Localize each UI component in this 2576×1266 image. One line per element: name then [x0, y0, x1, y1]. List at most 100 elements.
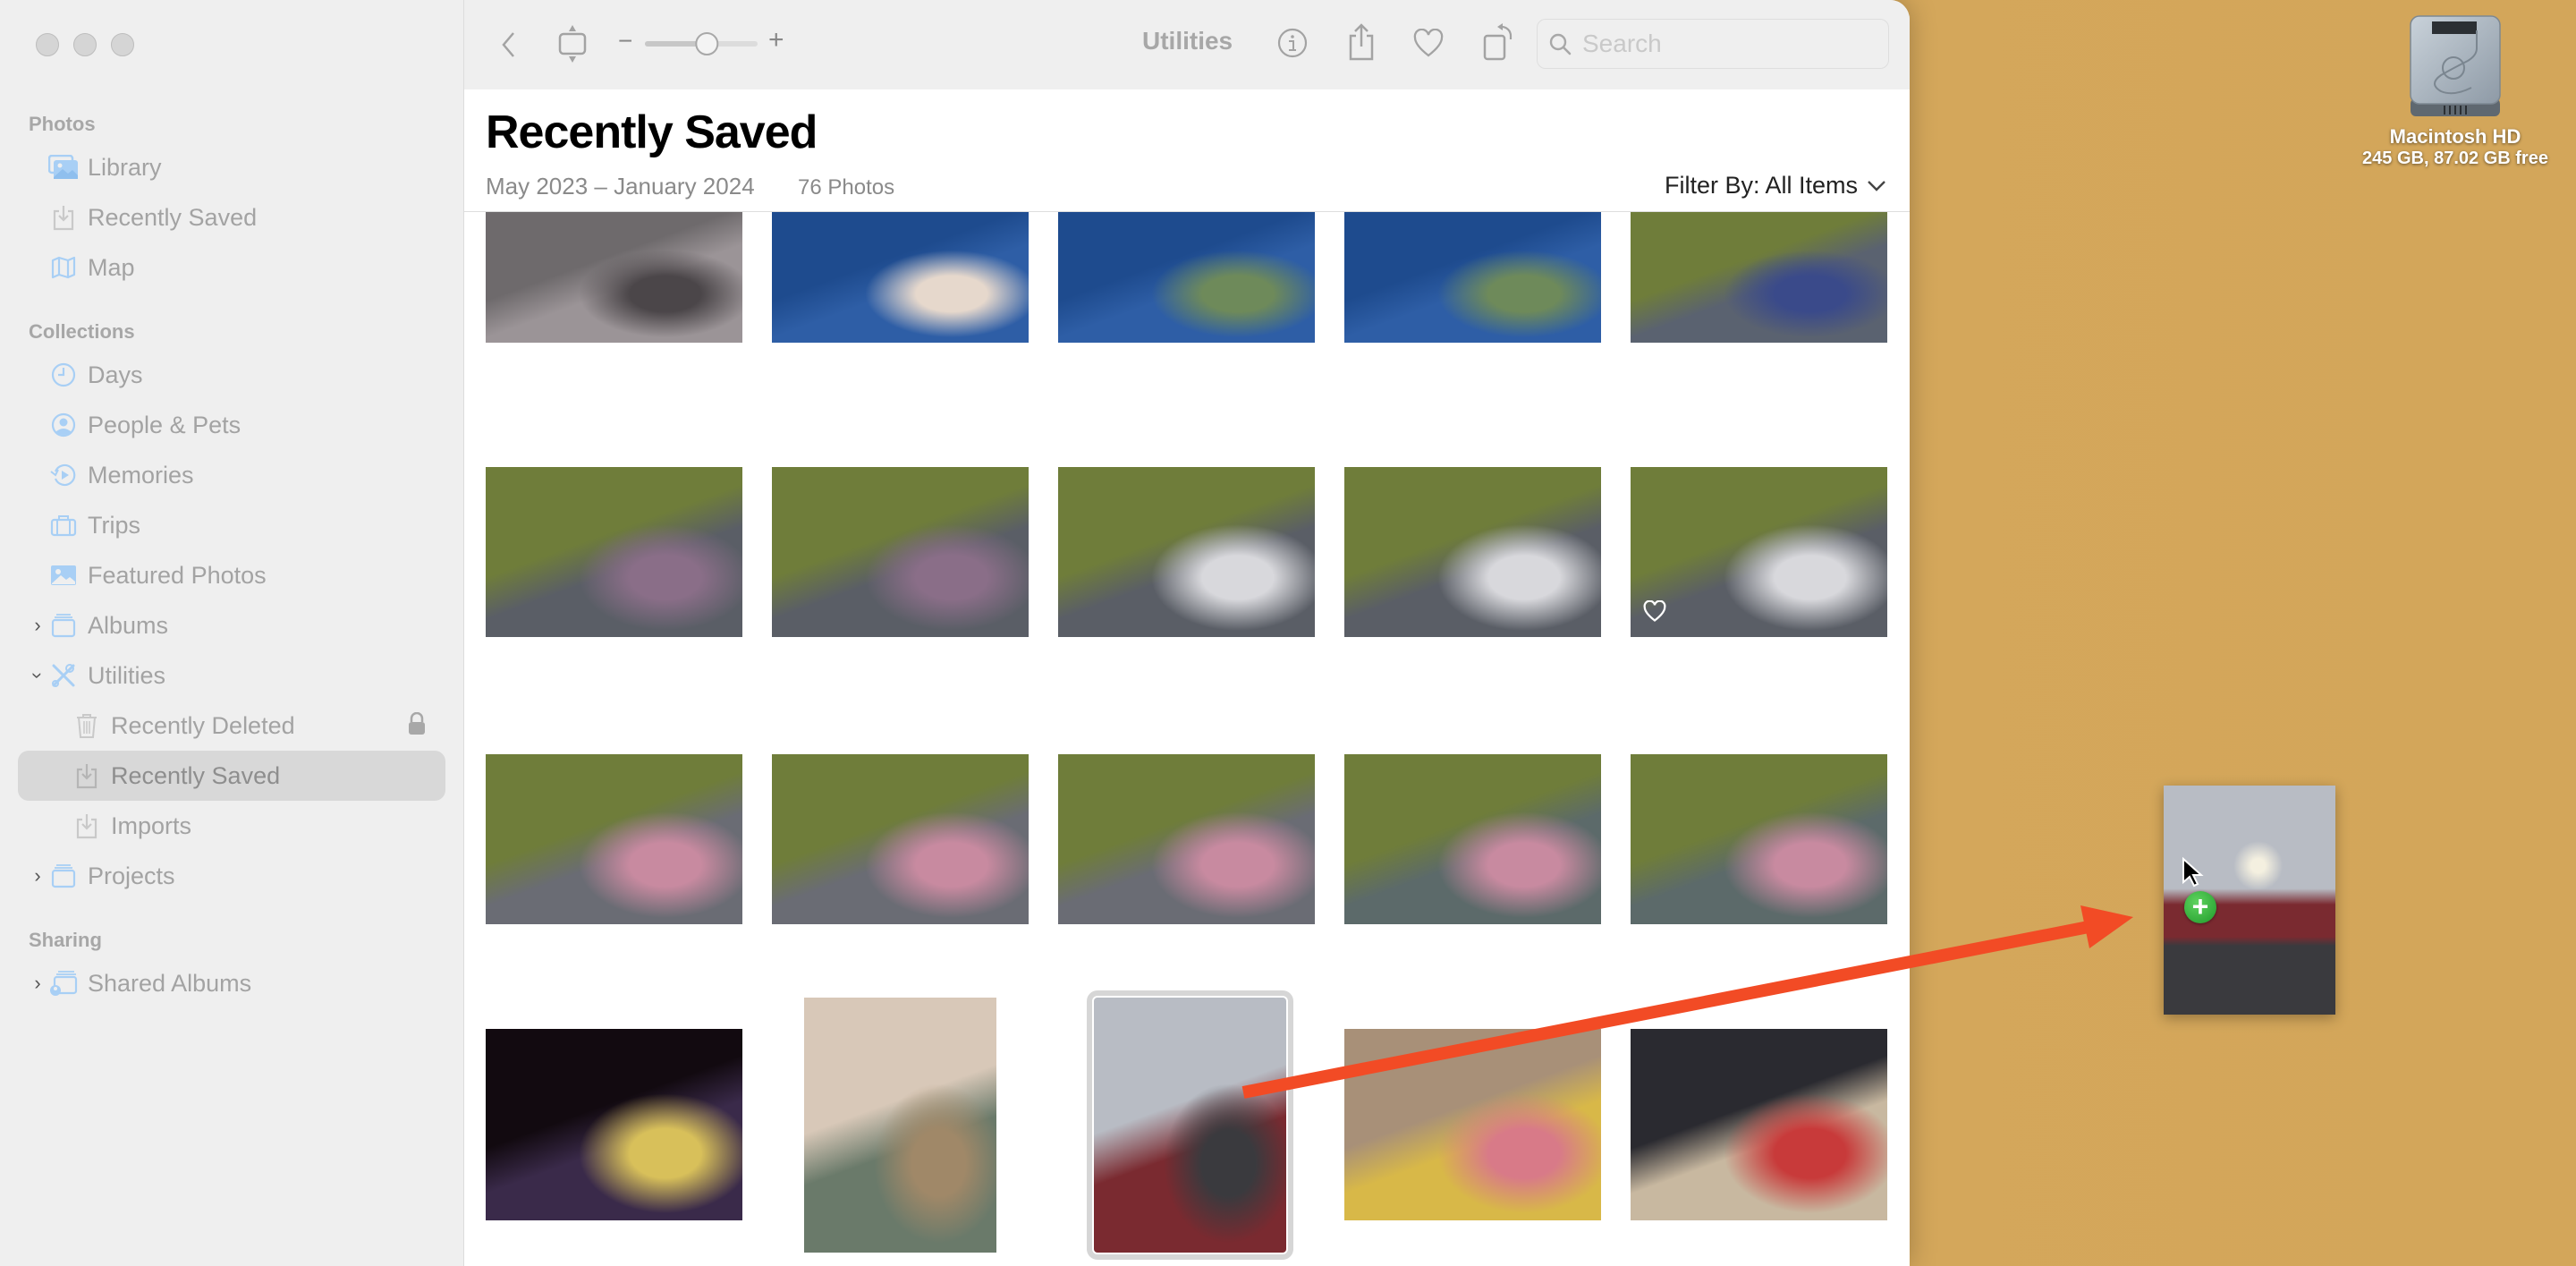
- hard-drive-icon: [2410, 15, 2501, 116]
- sidebar-item-utilities[interactable]: › Utilities: [18, 650, 445, 701]
- photo-thumbnail[interactable]: [1344, 467, 1601, 637]
- photo-thumbnail[interactable]: [1631, 1029, 1887, 1220]
- sidebar-item-albums[interactable]: › Albums: [18, 600, 445, 650]
- copy-badge: +: [2184, 891, 2216, 923]
- photo-thumbnail[interactable]: [772, 212, 1029, 343]
- photo-thumbnail[interactable]: [1344, 754, 1601, 924]
- photo-thumbnail[interactable]: [1058, 212, 1315, 343]
- rotate-button[interactable]: [1480, 21, 1516, 63]
- lock-icon: [408, 711, 426, 740]
- chevron-right-icon[interactable]: ›: [29, 614, 47, 637]
- heart-icon: [1413, 29, 1444, 57]
- back-button[interactable]: [496, 27, 520, 63]
- aspect-ratio-icon: [558, 25, 587, 63]
- sidebar-item-label: Recently Saved: [111, 761, 281, 789]
- drive-capacity: 245 GB, 87.02 GB free: [2362, 149, 2548, 168]
- chevron-down-icon[interactable]: ›: [26, 667, 49, 684]
- albums-stack-icon: [48, 862, 79, 889]
- section-collections: Collections: [29, 320, 135, 343]
- photo-thumbnail[interactable]: [486, 1029, 742, 1220]
- photo-thumbnail[interactable]: [804, 998, 996, 1253]
- wrench-screwdriver-icon: [48, 662, 79, 689]
- photo-thumbnail[interactable]: [1087, 990, 1293, 1260]
- sidebar-item-trips[interactable]: Trips: [18, 500, 445, 550]
- page-title: Recently Saved: [486, 106, 818, 158]
- photo-thumbnail[interactable]: [1344, 1029, 1601, 1220]
- sidebar-item-label: Projects: [88, 862, 175, 889]
- photo-icon: [48, 562, 79, 589]
- person-circle-icon: [48, 412, 79, 438]
- sidebar-item-recently-deleted[interactable]: Recently Deleted: [18, 701, 445, 751]
- zoom-out-label[interactable]: −: [618, 27, 632, 55]
- filter-dropdown[interactable]: Filter By: All Items: [1665, 172, 1886, 200]
- sidebar-item-map[interactable]: Map: [18, 242, 445, 293]
- filter-label: Filter By:: [1664, 172, 1760, 199]
- search-icon: [1549, 33, 1572, 55]
- tray-download-icon: [48, 204, 79, 231]
- photo-thumbnail[interactable]: [486, 212, 742, 343]
- photos-window: Photos Library Recently Saved Map Collec…: [0, 0, 1910, 1266]
- rotate-icon: [1483, 23, 1513, 61]
- window-controls: [36, 33, 134, 56]
- sidebar-item-recently-saved-utility[interactable]: Recently Saved: [18, 751, 445, 801]
- sidebar-item-label: Albums: [88, 611, 169, 639]
- photo-thumbnail[interactable]: [1344, 212, 1601, 343]
- photo-thumbnail[interactable]: [1058, 754, 1315, 924]
- photo-thumbnail[interactable]: [486, 467, 742, 637]
- share-button[interactable]: [1345, 21, 1377, 63]
- sidebar-item-label: Library: [88, 153, 162, 181]
- sidebar-item-days[interactable]: Days: [18, 350, 445, 400]
- sidebar-item-shared-albums[interactable]: › Shared Albums: [18, 958, 445, 1008]
- chevron-right-icon[interactable]: ›: [29, 972, 47, 995]
- favorite-heart-icon: [1643, 599, 1666, 626]
- search-input[interactable]: [1580, 29, 1870, 59]
- sidebar-item-label: Days: [88, 361, 143, 388]
- close-button[interactable]: [36, 33, 59, 56]
- tray-download-icon: [72, 762, 102, 789]
- photo-grid: [464, 212, 1910, 1266]
- section-sharing: Sharing: [29, 929, 102, 951]
- main-content: Recently Saved May 2023 – January 2024 7…: [464, 89, 1910, 1266]
- photo-thumbnail[interactable]: [772, 467, 1029, 637]
- sidebar-item-recently-saved[interactable]: Recently Saved: [18, 192, 445, 242]
- zoom-button[interactable]: [111, 33, 134, 56]
- photo-thumbnail[interactable]: [1631, 467, 1887, 637]
- chevron-down-icon: [1868, 180, 1885, 191]
- chevron-left-icon: [502, 32, 514, 57]
- drive-name: Macintosh HD: [2389, 125, 2521, 148]
- info-button[interactable]: [1276, 27, 1309, 59]
- chevron-right-icon[interactable]: ›: [29, 864, 47, 888]
- sidebar-item-memories[interactable]: Memories: [18, 450, 445, 500]
- aspect-toggle-button[interactable]: [557, 23, 588, 64]
- sidebar-item-label: Shared Albums: [88, 969, 252, 997]
- section-photos: Photos: [29, 113, 96, 135]
- albums-stack-icon: [48, 612, 79, 639]
- desktop-item-macintosh-hd[interactable]: Macintosh HD 245 GB, 87.02 GB free: [2343, 13, 2567, 169]
- sidebar-item-label: Utilities: [88, 661, 166, 689]
- sidebar-item-label: Map: [88, 253, 135, 281]
- trash-icon: [72, 712, 102, 739]
- zoom-in-label[interactable]: +: [768, 25, 784, 55]
- photo-thumbnail[interactable]: [1631, 754, 1887, 924]
- sidebar-item-label: Trips: [88, 511, 140, 539]
- photo-thumbnail[interactable]: [1631, 212, 1887, 343]
- zoom-slider[interactable]: [643, 30, 759, 57]
- clock-icon: [48, 361, 79, 388]
- photo-thumbnail[interactable]: [1058, 467, 1315, 637]
- sidebar-item-featured-photos[interactable]: Featured Photos: [18, 550, 445, 600]
- sidebar-item-label: Imports: [111, 811, 192, 839]
- search-field[interactable]: [1537, 19, 1889, 69]
- sidebar-item-imports[interactable]: Imports: [18, 801, 445, 851]
- photo-thumbnail[interactable]: [486, 754, 742, 924]
- shared-albums-icon: [48, 970, 79, 997]
- tray-download-icon: [72, 812, 102, 839]
- sidebar-item-projects[interactable]: › Projects: [18, 851, 445, 901]
- minimize-button[interactable]: [73, 33, 97, 56]
- sidebar-item-people-pets[interactable]: People & Pets: [18, 400, 445, 450]
- favorite-button[interactable]: [1412, 27, 1445, 59]
- map-icon: [48, 254, 79, 281]
- photo-thumbnail[interactable]: [772, 754, 1029, 924]
- sidebar-item-label: People & Pets: [88, 411, 242, 438]
- sidebar-item-library[interactable]: Library: [18, 142, 445, 192]
- date-range: May 2023 – January 2024: [486, 173, 755, 200]
